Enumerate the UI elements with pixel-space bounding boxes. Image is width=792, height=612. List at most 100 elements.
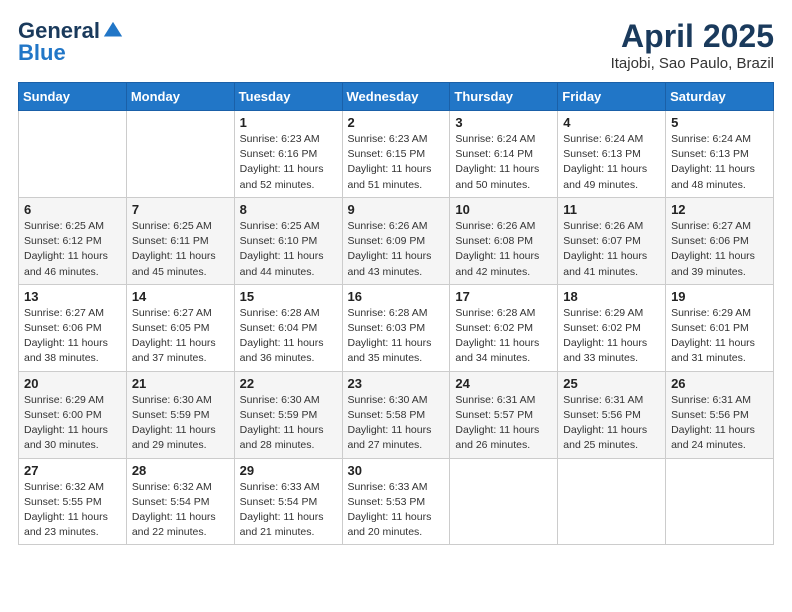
logo-blue-text: Blue [18,40,66,65]
calendar-week-row: 1 Sunrise: 6:23 AM Sunset: 6:16 PM Daylig… [19,111,774,198]
calendar-table: SundayMondayTuesdayWednesdayThursdayFrid… [18,82,774,545]
day-info: Sunrise: 6:29 AM Sunset: 6:01 PM Dayligh… [671,306,768,367]
calendar-cell: 2 Sunrise: 6:23 AM Sunset: 6:15 PM Daylig… [342,111,450,198]
calendar-cell [666,458,774,545]
day-info: Sunrise: 6:27 AM Sunset: 6:06 PM Dayligh… [671,219,768,280]
weekday-header: Friday [558,83,666,111]
day-number: 8 [240,202,337,217]
day-number: 30 [348,463,445,478]
logo-icon [102,20,124,42]
calendar-cell: 6 Sunrise: 6:25 AM Sunset: 6:12 PM Daylig… [19,197,127,284]
day-info: Sunrise: 6:26 AM Sunset: 6:08 PM Dayligh… [455,219,552,280]
calendar-cell: 25 Sunrise: 6:31 AM Sunset: 5:56 PM Dayli… [558,371,666,458]
page-header: General Blue April 2025 Itajobi, Sao Pau… [18,18,774,72]
day-info: Sunrise: 6:26 AM Sunset: 6:07 PM Dayligh… [563,219,660,280]
day-info: Sunrise: 6:23 AM Sunset: 6:16 PM Dayligh… [240,132,337,193]
calendar-cell: 5 Sunrise: 6:24 AM Sunset: 6:13 PM Daylig… [666,111,774,198]
logo: General Blue [18,18,124,66]
weekday-header: Monday [126,83,234,111]
day-number: 19 [671,289,768,304]
calendar-cell: 30Sunrise: 6:33 AM Sunset: 5:53 PM Dayli… [342,458,450,545]
day-number: 6 [24,202,121,217]
calendar-cell: 10 Sunrise: 6:26 AM Sunset: 6:08 PM Dayli… [450,197,558,284]
day-number: 1 [240,115,337,130]
calendar-cell [558,458,666,545]
calendar-cell: 1 Sunrise: 6:23 AM Sunset: 6:16 PM Daylig… [234,111,342,198]
calendar-week-row: 20 Sunrise: 6:29 AM Sunset: 6:00 PM Dayli… [19,371,774,458]
calendar-cell: 17 Sunrise: 6:28 AM Sunset: 6:02 PM Dayli… [450,284,558,371]
calendar-cell: 24 Sunrise: 6:31 AM Sunset: 5:57 PM Dayli… [450,371,558,458]
month-title: April 2025 [611,18,774,55]
day-number: 20 [24,376,121,391]
day-number: 17 [455,289,552,304]
day-number: 21 [132,376,229,391]
day-number: 23 [348,376,445,391]
calendar-cell: 20 Sunrise: 6:29 AM Sunset: 6:00 PM Dayli… [19,371,127,458]
day-number: 25 [563,376,660,391]
day-info: Sunrise: 6:30 AM Sunset: 5:58 PM Dayligh… [348,393,445,454]
calendar-cell: 23 Sunrise: 6:30 AM Sunset: 5:58 PM Dayli… [342,371,450,458]
day-number: 29 [240,463,337,478]
day-info: Sunrise: 6:29 AM Sunset: 6:00 PM Dayligh… [24,393,121,454]
day-info: Sunrise: 6:24 AM Sunset: 6:14 PM Dayligh… [455,132,552,193]
calendar-cell: 26 Sunrise: 6:31 AM Sunset: 5:56 PM Dayli… [666,371,774,458]
calendar-cell: 8 Sunrise: 6:25 AM Sunset: 6:10 PM Daylig… [234,197,342,284]
day-number: 22 [240,376,337,391]
day-info: Sunrise: 6:23 AM Sunset: 6:15 PM Dayligh… [348,132,445,193]
location-subtitle: Itajobi, Sao Paulo, Brazil [611,55,774,72]
day-number: 28 [132,463,229,478]
calendar-cell [450,458,558,545]
day-number: 9 [348,202,445,217]
day-info: Sunrise: 6:28 AM Sunset: 6:03 PM Dayligh… [348,306,445,367]
calendar-week-row: 27Sunrise: 6:32 AM Sunset: 5:55 PM Dayli… [19,458,774,545]
day-info: Sunrise: 6:25 AM Sunset: 6:10 PM Dayligh… [240,219,337,280]
calendar-cell: 11 Sunrise: 6:26 AM Sunset: 6:07 PM Dayli… [558,197,666,284]
calendar-cell: 21 Sunrise: 6:30 AM Sunset: 5:59 PM Dayli… [126,371,234,458]
calendar-cell: 3 Sunrise: 6:24 AM Sunset: 6:14 PM Daylig… [450,111,558,198]
day-info: Sunrise: 6:31 AM Sunset: 5:57 PM Dayligh… [455,393,552,454]
weekday-header: Wednesday [342,83,450,111]
day-info: Sunrise: 6:24 AM Sunset: 6:13 PM Dayligh… [563,132,660,193]
day-info: Sunrise: 6:30 AM Sunset: 5:59 PM Dayligh… [132,393,229,454]
day-number: 11 [563,202,660,217]
day-info: Sunrise: 6:25 AM Sunset: 6:11 PM Dayligh… [132,219,229,280]
day-number: 15 [240,289,337,304]
day-number: 18 [563,289,660,304]
day-info: Sunrise: 6:31 AM Sunset: 5:56 PM Dayligh… [671,393,768,454]
day-info: Sunrise: 6:32 AM Sunset: 5:54 PM Dayligh… [132,480,229,541]
day-info: Sunrise: 6:25 AM Sunset: 6:12 PM Dayligh… [24,219,121,280]
day-info: Sunrise: 6:28 AM Sunset: 6:02 PM Dayligh… [455,306,552,367]
day-info: Sunrise: 6:32 AM Sunset: 5:55 PM Dayligh… [24,480,121,541]
day-info: Sunrise: 6:33 AM Sunset: 5:54 PM Dayligh… [240,480,337,541]
day-number: 26 [671,376,768,391]
calendar-cell: 22Sunrise: 6:30 AM Sunset: 5:59 PM Dayli… [234,371,342,458]
calendar-cell: 15Sunrise: 6:28 AM Sunset: 6:04 PM Dayli… [234,284,342,371]
day-info: Sunrise: 6:27 AM Sunset: 6:05 PM Dayligh… [132,306,229,367]
calendar-cell [19,111,127,198]
calendar-cell: 18 Sunrise: 6:29 AM Sunset: 6:02 PM Dayli… [558,284,666,371]
day-number: 4 [563,115,660,130]
calendar-cell: 13Sunrise: 6:27 AM Sunset: 6:06 PM Dayli… [19,284,127,371]
calendar-cell: 12 Sunrise: 6:27 AM Sunset: 6:06 PM Dayli… [666,197,774,284]
calendar-cell: 19 Sunrise: 6:29 AM Sunset: 6:01 PM Dayli… [666,284,774,371]
day-number: 16 [348,289,445,304]
calendar-cell: 14 Sunrise: 6:27 AM Sunset: 6:05 PM Dayli… [126,284,234,371]
day-info: Sunrise: 6:24 AM Sunset: 6:13 PM Dayligh… [671,132,768,193]
day-number: 14 [132,289,229,304]
day-number: 12 [671,202,768,217]
day-number: 3 [455,115,552,130]
calendar-cell: 29 Sunrise: 6:33 AM Sunset: 5:54 PM Dayli… [234,458,342,545]
day-number: 10 [455,202,552,217]
weekday-header: Saturday [666,83,774,111]
title-block: April 2025 Itajobi, Sao Paulo, Brazil [611,18,774,72]
calendar-week-row: 13Sunrise: 6:27 AM Sunset: 6:06 PM Dayli… [19,284,774,371]
day-number: 2 [348,115,445,130]
day-info: Sunrise: 6:31 AM Sunset: 5:56 PM Dayligh… [563,393,660,454]
day-info: Sunrise: 6:29 AM Sunset: 6:02 PM Dayligh… [563,306,660,367]
calendar-week-row: 6 Sunrise: 6:25 AM Sunset: 6:12 PM Daylig… [19,197,774,284]
calendar-cell: 9Sunrise: 6:26 AM Sunset: 6:09 PM Daylig… [342,197,450,284]
day-number: 24 [455,376,552,391]
day-info: Sunrise: 6:27 AM Sunset: 6:06 PM Dayligh… [24,306,121,367]
calendar-cell [126,111,234,198]
day-number: 5 [671,115,768,130]
